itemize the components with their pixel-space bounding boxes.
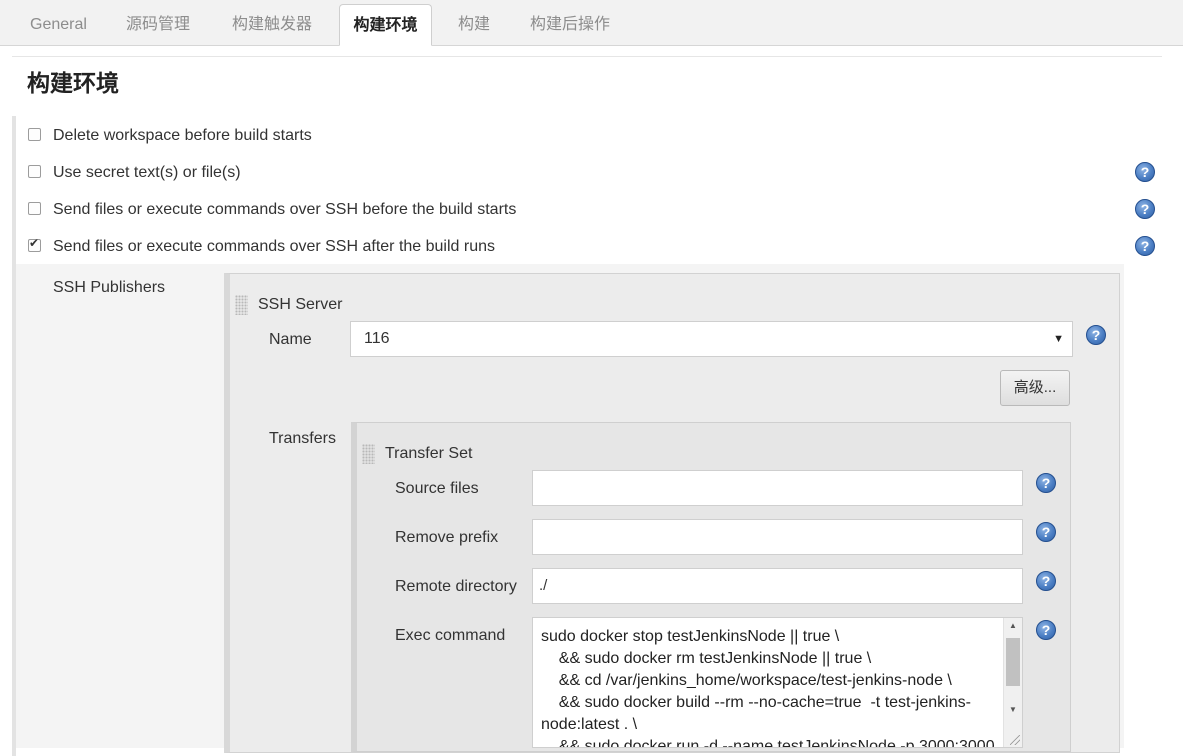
help-icon[interactable]: ? [1086,325,1106,345]
tab-build[interactable]: 构建 [458,0,490,46]
help-icon[interactable]: ? [1036,571,1056,591]
resize-handle-icon[interactable] [1010,735,1020,745]
help-icon[interactable]: ? [1036,522,1056,542]
help-icon[interactable]: ? [1135,199,1155,219]
remote-directory-input[interactable]: ./ [532,568,1023,604]
name-label: Name [269,331,312,348]
drag-handle-icon[interactable] [362,444,375,464]
option-label: Delete workspace before build starts [53,127,312,144]
exec-command-textarea[interactable]: sudo docker stop testJenkinsNode || true… [532,617,1023,748]
scroll-up-icon[interactable]: ▲ [1004,618,1022,634]
option-label: Use secret text(s) or file(s) [53,164,241,181]
page-title: 构建环境 [27,70,119,96]
source-files-label: Source files [395,480,479,497]
tab-bar: General 源码管理 构建触发器 构建环境 构建 构建后操作 [0,0,1183,46]
tab-general[interactable]: General [30,0,87,46]
section-divider [12,56,1162,57]
ssh-after-build-checkbox[interactable] [28,236,41,252]
source-files-input[interactable] [532,470,1023,506]
ssh-server-header: SSH Server [258,296,343,313]
help-icon[interactable]: ? [1036,473,1056,493]
ssh-server-name-value: 116 [364,330,390,347]
advanced-button[interactable]: 高级... [1000,370,1070,406]
exec-command-text: sudo docker stop testJenkinsNode || true… [541,628,995,748]
exec-command-label: Exec command [395,627,506,644]
tab-source-management[interactable]: 源码管理 [126,0,190,46]
ssh-server-name-select[interactable]: 116 ▼ [350,321,1073,357]
remove-prefix-input[interactable] [532,519,1023,555]
tab-post-build-actions[interactable]: 构建后操作 [530,0,610,46]
drag-handle-icon[interactable] [235,295,248,315]
scrollbar-thumb[interactable] [1006,638,1020,686]
help-icon[interactable]: ? [1036,620,1056,640]
delete-workspace-checkbox[interactable] [28,128,41,141]
secret-text-checkbox[interactable] [28,165,41,178]
help-icon[interactable]: ? [1135,236,1155,256]
tab-build-environment[interactable]: 构建环境 [339,4,432,46]
scroll-down-icon[interactable]: ▼ [1004,702,1022,718]
ssh-before-build-checkbox[interactable] [28,202,41,215]
help-icon[interactable]: ? [1135,162,1155,182]
tab-build-triggers[interactable]: 构建触发器 [232,0,312,46]
ssh-publishers-label: SSH Publishers [53,279,166,296]
exec-command-scrollbar[interactable]: ▲ ▼ [1003,618,1022,747]
option-label: Send files or execute commands over SSH … [53,238,495,255]
transfers-label: Transfers [269,430,336,447]
remote-directory-label: Remote directory [395,578,517,595]
transfer-set-header: Transfer Set [385,445,473,462]
chevron-down-icon: ▼ [1053,333,1064,345]
option-label: Send files or execute commands over SSH … [53,201,517,218]
remove-prefix-label: Remove prefix [395,529,499,546]
